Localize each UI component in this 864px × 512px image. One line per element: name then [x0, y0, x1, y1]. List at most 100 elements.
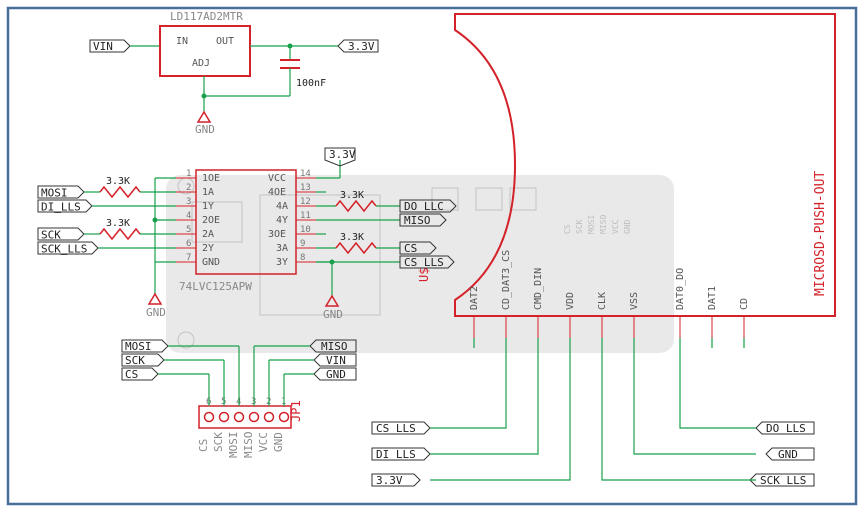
schematic-canvas: VIN IN OUT ADJ LD117AD2MTR GND 100nF 3.3… — [0, 0, 864, 512]
svg-text:3: 3 — [186, 197, 191, 207]
svg-text:CS: CS — [563, 224, 572, 234]
svg-text:2: 2 — [186, 183, 191, 193]
svg-text:3.3V: 3.3V — [329, 148, 356, 161]
svg-text:SCK: SCK — [125, 354, 145, 367]
net-di-lls: DI_LLS — [38, 200, 92, 214]
net-sck-lls-bottom: SCK_LLS — [750, 474, 814, 487]
resistor-mosi: 3.3K — [84, 176, 176, 197]
svg-text:VCC: VCC — [268, 173, 286, 184]
svg-text:5: 5 — [186, 225, 191, 235]
svg-text:VCC: VCC — [257, 432, 270, 452]
svg-text:GND: GND — [272, 432, 285, 452]
svg-text:DAT2: DAT2 — [469, 286, 480, 310]
svg-text:3.3K: 3.3K — [106, 218, 130, 229]
svg-text:CLK: CLK — [597, 292, 608, 310]
svg-text:1A: 1A — [202, 187, 214, 198]
svg-text:1OE: 1OE — [202, 173, 220, 184]
svg-text:DAT0_DO: DAT0_DO — [675, 268, 686, 310]
svg-text:CS: CS — [197, 439, 210, 452]
svg-text:9: 9 — [300, 239, 305, 249]
svg-text:4A: 4A — [276, 201, 288, 212]
gnd-symbol-icleft: GND — [146, 294, 166, 319]
svg-text:11: 11 — [300, 211, 311, 221]
svg-text:IN: IN — [176, 36, 188, 47]
svg-text:CMD_DIN: CMD_DIN — [533, 268, 544, 310]
svg-text:3OE: 3OE — [268, 229, 286, 240]
svg-text:MISO: MISO — [404, 214, 431, 227]
svg-text:DI_LLS: DI_LLS — [376, 448, 416, 461]
net-gnd-bottom: GND — [766, 448, 814, 461]
svg-text:SCK: SCK — [41, 229, 61, 242]
svg-text:SCK_LLS: SCK_LLS — [760, 474, 806, 487]
resistor-sck: 3.3K — [84, 218, 176, 239]
svg-text:CD_DAT3_CS: CD_DAT3_CS — [501, 250, 512, 310]
svg-text:MISO: MISO — [321, 340, 348, 353]
net-3v3-top: 3.3V — [338, 40, 378, 53]
svg-text:OUT: OUT — [216, 36, 234, 47]
net-cs-lls-bottom: CS_LLS — [372, 422, 430, 435]
net-vin-top: VIN — [90, 40, 130, 53]
svg-text:4Y: 4Y — [276, 215, 288, 226]
net-do-lls-bottom: DO_LLS — [756, 422, 814, 435]
svg-text:3A: 3A — [276, 243, 288, 254]
svg-text:GND: GND — [323, 308, 343, 321]
svg-text:8: 8 — [300, 253, 305, 263]
svg-text:SCK: SCK — [212, 432, 225, 452]
schematic-svg: VIN IN OUT ADJ LD117AD2MTR GND 100nF 3.3… — [0, 0, 864, 512]
svg-text:2A: 2A — [202, 229, 214, 240]
svg-text:MOSI: MOSI — [125, 340, 152, 353]
svg-text:MICROSD-PUSH-OUT: MICROSD-PUSH-OUT — [813, 171, 828, 296]
svg-text:7: 7 — [186, 253, 191, 263]
svg-text:MOSI: MOSI — [227, 432, 240, 459]
svg-text:74LVC125APW: 74LVC125APW — [179, 280, 252, 293]
svg-text:100nF: 100nF — [296, 78, 326, 89]
svg-text:13: 13 — [300, 183, 311, 193]
svg-text:VIN: VIN — [93, 40, 113, 53]
net-sck-lls: SCK_LLS — [38, 242, 98, 256]
svg-text:MOSI: MOSI — [587, 215, 596, 234]
svg-text:3.3K: 3.3K — [340, 190, 364, 201]
svg-text:3.3V: 3.3V — [376, 474, 403, 487]
net-3v3-bottom: 3.3V — [372, 474, 420, 487]
svg-text:GND: GND — [195, 123, 215, 136]
svg-text:3.3K: 3.3K — [106, 176, 130, 187]
svg-text:12: 12 — [300, 197, 311, 207]
svg-text:GND: GND — [202, 257, 220, 268]
svg-text:ADJ: ADJ — [192, 58, 210, 69]
regulator-partname: LD117AD2MTR — [170, 10, 243, 23]
svg-text:GND: GND — [623, 219, 632, 234]
svg-text:VDD: VDD — [565, 292, 576, 310]
net-sck-jp: SCK — [122, 354, 164, 367]
svg-text:CD: CD — [739, 298, 750, 310]
svg-text:3.3K: 3.3K — [340, 232, 364, 243]
svg-text:4: 4 — [186, 211, 191, 221]
svg-text:VSS: VSS — [629, 292, 640, 310]
svg-text:CS_LLS: CS_LLS — [376, 422, 416, 435]
svg-text:U$: U$ — [417, 268, 431, 282]
svg-text:GND: GND — [326, 368, 346, 381]
svg-text:CS: CS — [404, 242, 417, 255]
svg-text:DI_LLS: DI_LLS — [41, 201, 81, 214]
svg-text:DO_LLS: DO_LLS — [766, 422, 806, 435]
svg-text:CS: CS — [125, 368, 138, 381]
svg-text:VCC: VCC — [611, 219, 620, 234]
net-mosi-in: MOSI — [38, 186, 84, 200]
svg-text:1: 1 — [186, 169, 191, 179]
svg-text:14: 14 — [300, 169, 311, 179]
svg-text:2OE: 2OE — [202, 215, 220, 226]
part-jp1: 6 5 4 3 2 1 CS SCK MOSI MISO VCC GND JP1 — [197, 397, 303, 458]
svg-text:1Y: 1Y — [202, 201, 214, 212]
net-vin-jp: VIN — [314, 354, 356, 367]
gnd-symbol-reg: GND — [195, 112, 215, 136]
svg-text:CS_LLS: CS_LLS — [404, 256, 444, 269]
svg-text:SCK: SCK — [575, 219, 584, 234]
svg-text:2Y: 2Y — [202, 243, 214, 254]
svg-text:GND: GND — [146, 306, 166, 319]
svg-text:JP1: JP1 — [289, 400, 303, 422]
svg-text:3.3V: 3.3V — [348, 40, 375, 53]
svg-text:10: 10 — [300, 225, 311, 235]
net-sck-in: SCK — [38, 228, 84, 242]
svg-text:VIN: VIN — [326, 354, 346, 367]
net-gnd-jp: GND — [314, 368, 356, 381]
svg-text:SCK_LLS: SCK_LLS — [41, 243, 87, 256]
